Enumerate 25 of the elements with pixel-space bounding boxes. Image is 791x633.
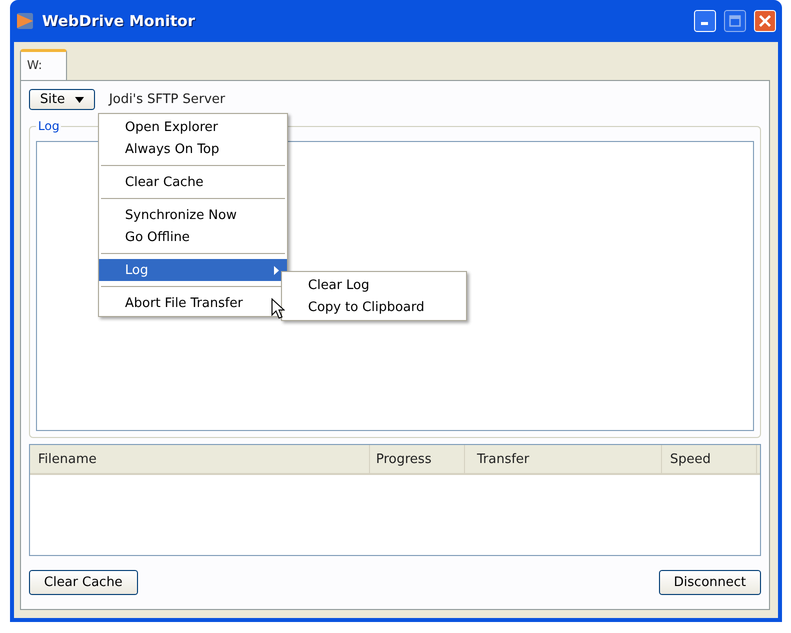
menu-item[interactable]: Synchronize Now — [99, 204, 287, 226]
menu-item[interactable]: Log — [99, 259, 287, 281]
column-header[interactable]: Speed — [662, 445, 757, 473]
action-button[interactable]: Disconnect — [658, 570, 761, 595]
app-logo-icon — [16, 12, 34, 30]
drive-tab[interactable]: W: — [20, 49, 68, 80]
minimize-button[interactable] — [694, 10, 716, 32]
menu-item[interactable]: Copy to Clipboard — [282, 296, 466, 318]
submenu-arrow-icon — [274, 266, 279, 274]
menu-item[interactable]: Open Explorer — [99, 116, 287, 138]
action-button[interactable]: Clear Cache — [29, 570, 138, 595]
close-icon — [759, 15, 771, 27]
menu-item[interactable]: Always On Top — [99, 138, 287, 160]
caret-icon — [74, 96, 84, 102]
column-header[interactable]: Progress — [370, 445, 465, 473]
close-button[interactable] — [754, 10, 776, 32]
site-dropdown-button[interactable]: Site — [29, 89, 95, 110]
column-header[interactable]: Transfer — [465, 445, 662, 473]
maximize-icon — [729, 15, 741, 27]
menu-item[interactable]: Go Offline — [99, 226, 287, 248]
server-label: Jodi's SFTP Server — [108, 92, 226, 107]
column-header[interactable]: Filename — [30, 445, 370, 473]
group-title: Log — [36, 119, 62, 133]
menu-item[interactable]: Clear Cache — [99, 171, 287, 193]
window-title: WebDrive Monitor — [42, 12, 196, 30]
